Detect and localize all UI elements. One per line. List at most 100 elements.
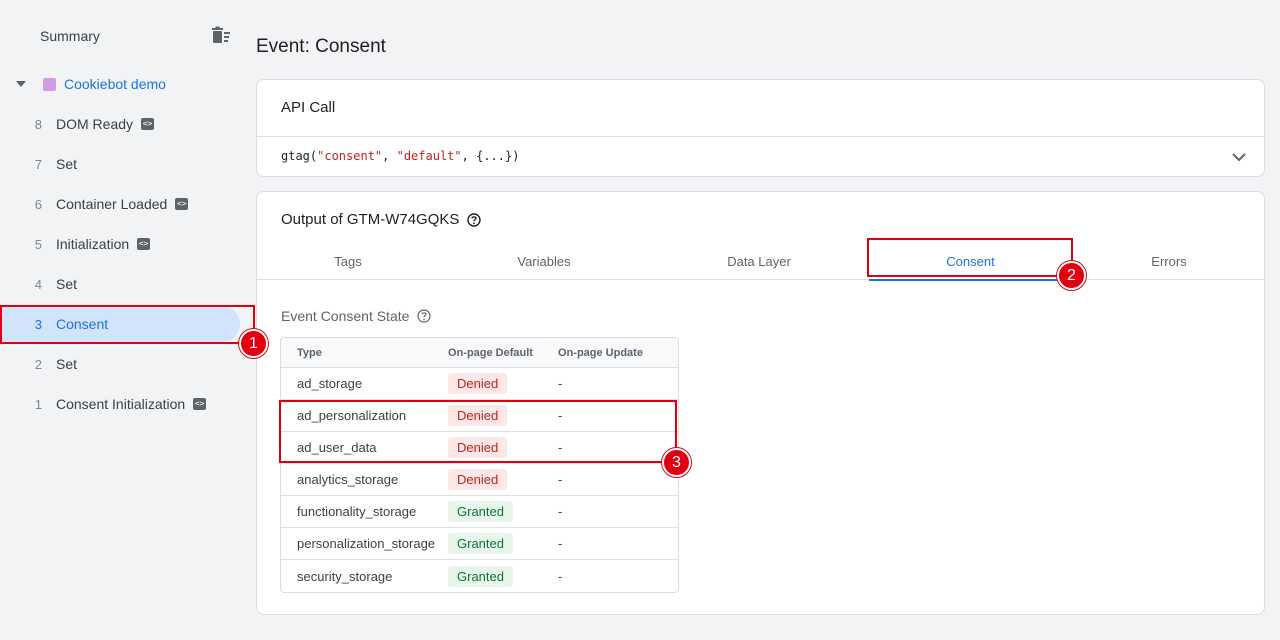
consent-type: ad_user_data bbox=[297, 440, 377, 455]
tab-variables[interactable]: Variables bbox=[439, 242, 649, 280]
event-label: DOM Ready bbox=[56, 116, 134, 132]
default-cell: Granted bbox=[448, 533, 558, 554]
tab-data-layer[interactable]: Data Layer bbox=[649, 242, 869, 280]
event-number: 7 bbox=[34, 156, 42, 172]
summary-row[interactable]: Summary bbox=[40, 24, 232, 48]
status-badge: Denied bbox=[448, 405, 508, 426]
default-cell: Denied bbox=[448, 405, 558, 426]
api-call-code: gtag("consent", "default", {...}) bbox=[281, 149, 519, 163]
code-icon: <> bbox=[193, 398, 207, 410]
update-value: - bbox=[558, 472, 563, 487]
consent-type: functionality_storage bbox=[297, 504, 417, 519]
event-number: 1 bbox=[34, 396, 42, 412]
update-value: - bbox=[558, 536, 563, 551]
sidebar-event-item[interactable]: 7 Set bbox=[0, 146, 240, 182]
table-body: ad_storage Denied - ad_personalization Denie… bbox=[281, 368, 678, 592]
consent-type: ad_personalization bbox=[297, 408, 407, 423]
output-title-text: Output of GTM-W74GQKS bbox=[281, 211, 460, 228]
update-value: - bbox=[558, 440, 563, 455]
code-icon: <> bbox=[141, 118, 155, 130]
column-header: On-page Update bbox=[558, 346, 643, 359]
table-row: ad_user_data Denied - bbox=[281, 432, 678, 464]
default-cell: Denied bbox=[448, 373, 558, 394]
table-row: ad_personalization Denied - bbox=[281, 400, 678, 432]
default-cell: Granted bbox=[448, 501, 558, 522]
event-label: Set bbox=[56, 156, 78, 172]
table-row: functionality_storage Granted - bbox=[281, 496, 678, 528]
column-header: Type bbox=[297, 346, 322, 359]
default-cell: Granted bbox=[448, 565, 558, 587]
api-call-card: API Call gtag("consent", "default", {...… bbox=[256, 79, 1265, 177]
table-row: ad_storage Denied - bbox=[281, 368, 678, 400]
table-row: security_storage Granted - bbox=[281, 560, 678, 592]
update-value: - bbox=[558, 504, 563, 519]
sidebar-event-item[interactable]: 8 DOM Ready <> bbox=[0, 106, 240, 142]
output-card: Output of GTM-W74GQKS Tags Variables Dat… bbox=[256, 191, 1265, 615]
event-number: 5 bbox=[34, 236, 42, 252]
sidebar-event-item[interactable]: 5 Initialization <> bbox=[0, 226, 240, 262]
output-tabs: Tags Variables Data Layer Consent Errors bbox=[257, 242, 1266, 281]
tab-errors[interactable]: Errors bbox=[1072, 242, 1266, 280]
sidebar-event-item[interactable]: 3 Consent bbox=[0, 306, 240, 342]
table-header: Type On-page Default On-page Update bbox=[281, 338, 678, 368]
sidebar-event-item[interactable]: 4 Set bbox=[0, 266, 240, 302]
help-icon[interactable] bbox=[467, 212, 482, 227]
update-value: - bbox=[558, 376, 563, 391]
consent-type: analytics_storage bbox=[297, 472, 399, 487]
consent-type: ad_storage bbox=[297, 376, 363, 391]
status-badge: Denied bbox=[448, 469, 508, 490]
sidebar-event-item[interactable]: 1 Consent Initialization <> bbox=[0, 386, 240, 422]
status-badge: Granted bbox=[448, 501, 513, 522]
code-icon: <> bbox=[175, 198, 189, 210]
event-label: Container Loaded bbox=[56, 196, 168, 212]
container-color-swatch bbox=[43, 77, 56, 91]
column-header: On-page Default bbox=[448, 346, 533, 359]
container-name: Cookiebot demo bbox=[64, 76, 166, 92]
status-badge: Granted bbox=[448, 533, 513, 554]
event-label: Consent Initialization bbox=[56, 396, 186, 412]
annotation-marker-3: 3 bbox=[662, 448, 691, 477]
caret-down-icon[interactable] bbox=[14, 77, 28, 91]
consent-state-table: Type On-page Default On-page Update ad_s… bbox=[280, 337, 679, 593]
page-title: Event: Consent bbox=[256, 36, 386, 57]
sidebar-event-item[interactable]: 6 Container Loaded <> bbox=[0, 186, 240, 222]
update-value: - bbox=[558, 568, 563, 584]
code-sep: , bbox=[382, 149, 397, 163]
code-suffix: , {...}) bbox=[461, 149, 520, 163]
code-prefix: gtag( bbox=[281, 149, 318, 163]
status-badge: Granted bbox=[448, 565, 513, 587]
code-arg-consent: "consent" bbox=[317, 149, 383, 163]
consent-type: security_storage bbox=[297, 568, 393, 584]
output-title: Output of GTM-W74GQKS bbox=[281, 211, 482, 228]
api-call-title: API Call bbox=[281, 99, 336, 116]
event-label: Set bbox=[56, 276, 78, 292]
table-row: analytics_storage Denied - bbox=[281, 464, 678, 496]
event-number: 6 bbox=[34, 196, 42, 212]
code-icon: <> bbox=[137, 238, 151, 250]
sidebar: Summary Cookiebot demo 8 DOM Ready <> 7 Set 6… bbox=[0, 0, 240, 640]
event-number: 8 bbox=[34, 116, 42, 132]
table-row: personalization_storage Granted - bbox=[281, 528, 678, 560]
default-cell: Denied bbox=[448, 469, 558, 490]
event-label: Set bbox=[56, 356, 78, 372]
update-value: - bbox=[558, 408, 563, 423]
sidebar-event-item[interactable]: 2 Set bbox=[0, 346, 240, 382]
divider bbox=[257, 136, 1264, 137]
status-badge: Denied bbox=[448, 373, 508, 394]
default-cell: Denied bbox=[448, 437, 558, 458]
status-badge: Denied bbox=[448, 437, 508, 458]
section-title-text: Event Consent State bbox=[281, 308, 410, 324]
container-item[interactable]: Cookiebot demo bbox=[14, 72, 166, 96]
summary-label[interactable]: Summary bbox=[40, 28, 100, 44]
chevron-down-icon[interactable] bbox=[1230, 148, 1248, 166]
event-number: 4 bbox=[34, 276, 42, 292]
annotation-marker-1: 1 bbox=[239, 329, 268, 358]
delete-sweep-icon[interactable] bbox=[210, 25, 232, 47]
tab-consent[interactable]: Consent bbox=[869, 242, 1072, 281]
tab-tags[interactable]: Tags bbox=[257, 242, 439, 280]
code-arg-default: "default" bbox=[396, 149, 462, 163]
help-icon[interactable] bbox=[417, 309, 432, 323]
event-number: 3 bbox=[34, 316, 42, 332]
consent-type: personalization_storage bbox=[297, 536, 436, 551]
event-label: Consent bbox=[56, 316, 109, 332]
